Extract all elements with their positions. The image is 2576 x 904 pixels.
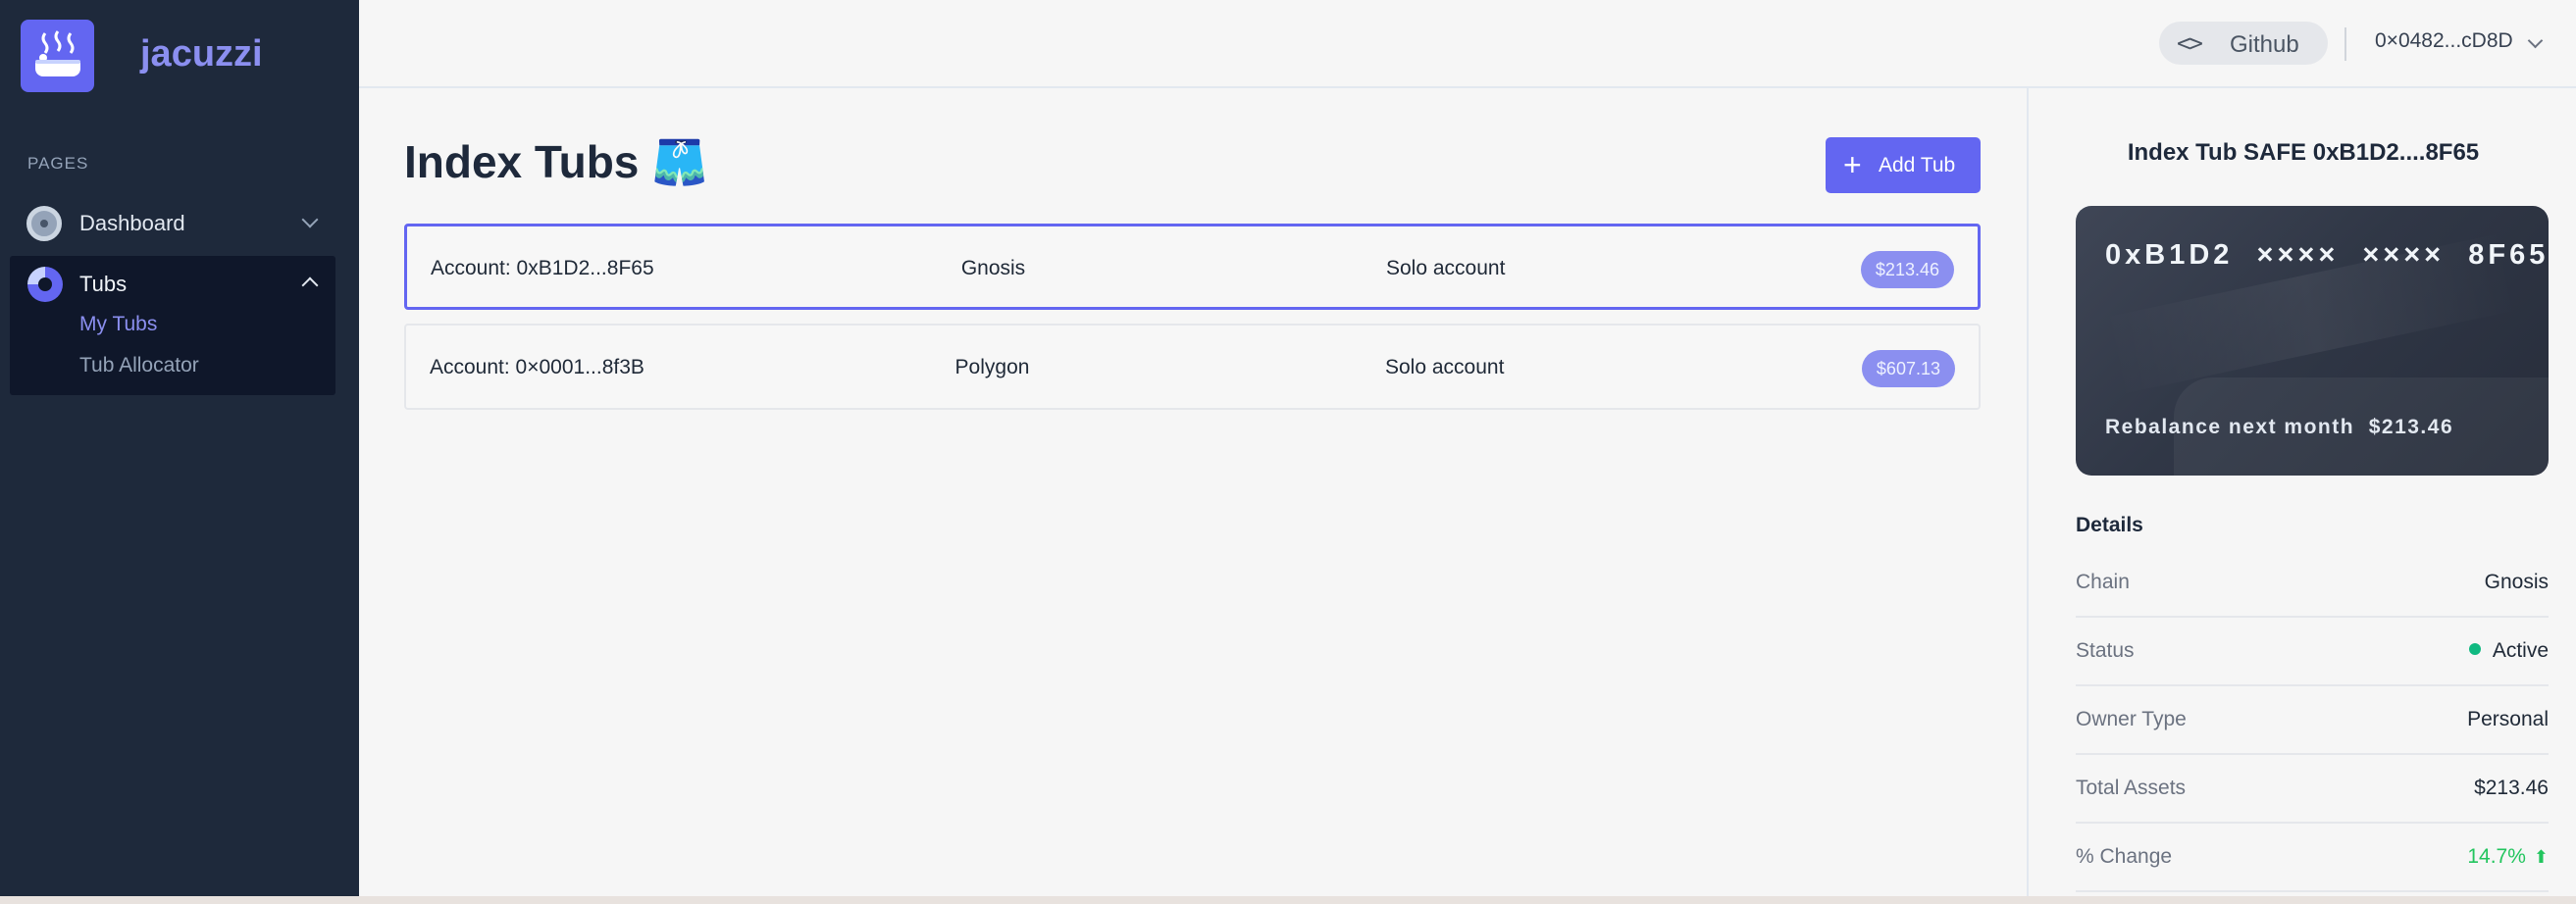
- bottom-edge: [0, 896, 2576, 904]
- github-label: Github: [2230, 31, 2299, 58]
- card-rebalance-text: Rebalance next month $213.46: [2105, 416, 2454, 438]
- detail-key: Chain: [2076, 571, 2130, 593]
- pie-chart-icon: [27, 267, 63, 302]
- sidebar-item-my-tubs[interactable]: My Tubs: [79, 313, 157, 336]
- chevron-down-icon: [301, 211, 319, 228]
- detail-row-total-assets: Total Assets $213.46: [2076, 755, 2549, 824]
- detail-row-chain: Chain Gnosis: [2076, 549, 2549, 618]
- detail-value: Personal: [2467, 708, 2549, 730]
- sidebar-item-tubs[interactable]: Tubs My Tubs Tub Allocator: [10, 256, 335, 395]
- sidebar-item-label: Tubs: [79, 272, 128, 296]
- app-name[interactable]: jacuzzi: [140, 33, 263, 75]
- details-heading: Details: [2076, 514, 2143, 536]
- card-number: 0xB1D2 ×××× ×××× 8F65: [2105, 239, 2549, 271]
- dashboard-icon: [26, 206, 62, 241]
- tub-row[interactable]: Account: 0×0001...8f3B Polygon Solo acco…: [404, 324, 1981, 410]
- wallet-address-button[interactable]: 0×0482...cD8D: [2375, 29, 2513, 53]
- tub-balance-badge: $607.13: [1861, 350, 1955, 387]
- sidebar-item-label: Dashboard: [79, 211, 185, 235]
- detail-key: % Change: [2076, 845, 2173, 868]
- add-tub-button[interactable]: + Add Tub: [1826, 137, 1981, 193]
- detail-value-status: Active: [2468, 639, 2549, 663]
- detail-row-owner-type: Owner Type Personal: [2076, 686, 2549, 755]
- github-button[interactable]: <> Github: [2159, 22, 2328, 65]
- top-header: <> Github 0×0482...cD8D: [359, 0, 2576, 88]
- status-dot-icon: [2468, 643, 2481, 655]
- detail-row-status: Status Active: [2076, 618, 2549, 686]
- page-title: Index Tubs 🩳: [404, 136, 708, 187]
- detail-row-percent-change: % Change 14.7% ⬆: [2076, 824, 2549, 892]
- tub-balance-badge: $213.46: [1860, 251, 1954, 288]
- detail-key: Total Assets: [2076, 777, 2187, 799]
- chevron-down-icon[interactable]: [2527, 32, 2544, 49]
- detail-value-change: 14.7% ⬆: [2467, 845, 2549, 869]
- arrow-up-icon: ⬆: [2533, 847, 2549, 867]
- change-text: 14.7%: [2467, 845, 2526, 868]
- detail-value: $213.46: [2474, 777, 2549, 799]
- add-tub-label: Add Tub: [1879, 154, 1956, 176]
- jacuzzi-logo-icon[interactable]: [21, 20, 94, 92]
- detail-title: Index Tub SAFE 0xB1D2....8F65: [2127, 139, 2480, 166]
- detail-value: Gnosis: [2484, 571, 2549, 593]
- chevron-up-icon: [301, 276, 319, 294]
- tub-detail-panel: Index Tub SAFE 0xB1D2....8F65 0xB1D2 ×××…: [2027, 88, 2576, 904]
- tub-type: Solo account: [1385, 356, 1505, 378]
- code-icon: <>: [2177, 29, 2203, 57]
- sidebar: jacuzzi PAGES Dashboard Tubs My Tubs Tub…: [0, 0, 359, 904]
- plus-icon: +: [1843, 147, 1862, 182]
- tub-type: Solo account: [1386, 257, 1506, 279]
- tub-card: 0xB1D2 ×××× ×××× 8F65 Rebalance next mon…: [2076, 206, 2549, 476]
- detail-key: Owner Type: [2076, 708, 2187, 730]
- sidebar-item-dashboard[interactable]: Dashboard: [10, 194, 335, 253]
- status-text: Active: [2492, 639, 2549, 662]
- sidebar-item-tub-allocator[interactable]: Tub Allocator: [79, 354, 199, 377]
- sidebar-section-label: PAGES: [27, 154, 89, 173]
- detail-key: Status: [2076, 639, 2135, 662]
- header-divider: [2344, 27, 2346, 61]
- tub-row[interactable]: Account: 0xB1D2...8F65 Gnosis Solo accou…: [404, 224, 1981, 310]
